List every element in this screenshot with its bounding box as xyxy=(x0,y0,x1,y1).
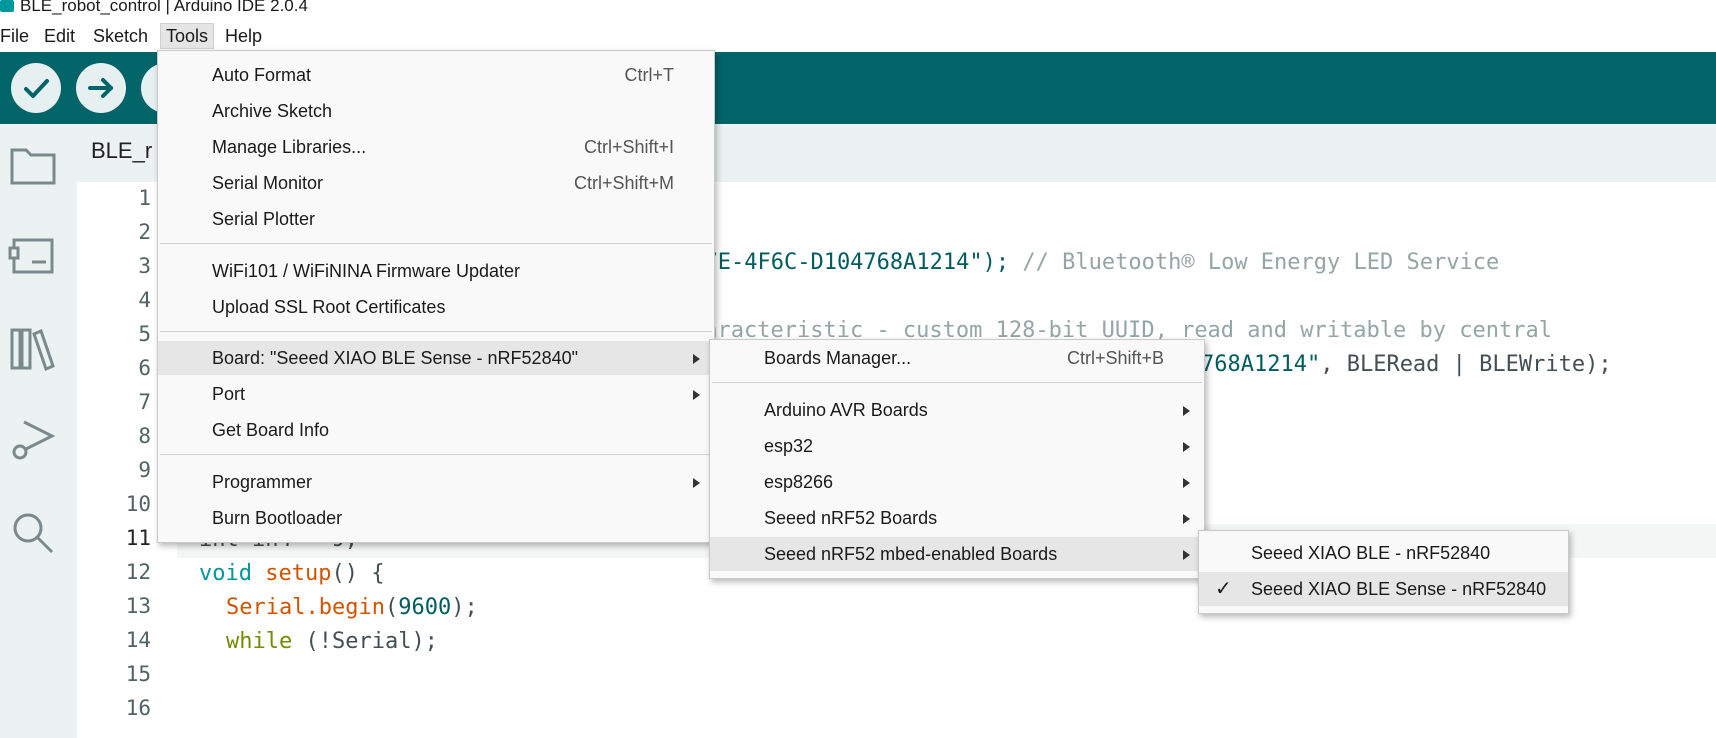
menu-item-esp8266[interactable]: esp8266 xyxy=(710,465,1204,499)
chevron-right-icon xyxy=(693,390,700,400)
line-number: 14 xyxy=(125,628,151,652)
line-number: 12 xyxy=(125,560,151,584)
line-number: 2 xyxy=(138,220,151,244)
line-number: 15 xyxy=(125,662,151,686)
menu-file[interactable]: File xyxy=(0,24,34,48)
debug-icon[interactable] xyxy=(8,416,60,468)
menu-separator xyxy=(712,382,1202,383)
arduino-app-icon xyxy=(0,0,14,12)
title-bar: BLE_robot_control | Arduino IDE 2.0.4 xyxy=(0,0,1716,16)
chevron-right-icon xyxy=(1183,550,1190,560)
code-line-14[interactable]: Serial.begin(9600); xyxy=(226,595,478,620)
checkmark-icon: ✓ xyxy=(1215,578,1232,600)
menu-item-programmer[interactable]: Programmer xyxy=(158,465,714,499)
left-sidebar xyxy=(0,124,77,738)
mbed-boards-submenu: Seeed XIAO BLE - nRF52840 ✓ Seeed XIAO BL… xyxy=(1198,530,1569,614)
code-line-15[interactable]: while (!Serial); xyxy=(226,629,438,654)
menu-item-xiao-ble-sense[interactable]: ✓ Seeed XIAO BLE Sense - nRF52840 xyxy=(1199,572,1568,606)
search-icon[interactable] xyxy=(8,508,60,560)
line-number: 3 xyxy=(138,254,151,278)
line-number: 7 xyxy=(138,390,151,414)
line-number: 8 xyxy=(138,424,151,448)
code-line-3[interactable]: 537E-4F6C-D104768A1214"); // Bluetooth® … xyxy=(678,250,1499,275)
chevron-right-icon xyxy=(1183,442,1190,452)
menu-item-burn-bootloader[interactable]: Burn Bootloader xyxy=(158,501,714,535)
window-title: BLE_robot_control | Arduino IDE 2.0.4 xyxy=(20,0,308,15)
menu-help[interactable]: Help xyxy=(220,24,267,48)
menu-item-avr-boards[interactable]: Arduino AVR Boards xyxy=(710,393,1204,427)
upload-button[interactable] xyxy=(76,63,126,113)
line-number: 6 xyxy=(138,356,151,380)
menu-tools[interactable]: Tools xyxy=(160,23,215,49)
line-number: 10 xyxy=(125,492,151,516)
board-submenu: Boards Manager... Ctrl+Shift+B Arduino AV… xyxy=(709,339,1205,579)
verify-button[interactable] xyxy=(11,63,61,113)
chevron-right-icon xyxy=(1183,514,1190,524)
menu-item-seeed-nrf52[interactable]: Seeed nRF52 Boards xyxy=(710,501,1204,535)
menu-item-upload-ssl[interactable]: Upload SSL Root Certificates xyxy=(158,290,714,324)
menu-sketch[interactable]: Sketch xyxy=(88,24,153,48)
code-line-13[interactable]: void setup() { xyxy=(199,561,384,586)
menu-item-auto-format[interactable]: Auto Format Ctrl+T xyxy=(158,58,714,92)
line-number: 16 xyxy=(125,696,151,720)
menu-item-xiao-ble[interactable]: Seeed XIAO BLE - nRF52840 xyxy=(1199,536,1568,570)
line-number: 4 xyxy=(138,288,151,312)
check-icon xyxy=(24,79,49,98)
menu-separator xyxy=(160,331,712,332)
code-line-6[interactable]: 768A1214", BLERead | BLEWrite); xyxy=(1201,352,1612,377)
chevron-right-icon xyxy=(693,478,700,488)
menu-item-seeed-nrf52-mbed[interactable]: Seeed nRF52 mbed-enabled Boards xyxy=(710,537,1204,571)
menu-item-port[interactable]: Port xyxy=(158,377,714,411)
menu-item-board-info[interactable]: Get Board Info xyxy=(158,413,714,447)
menu-edit[interactable]: Edit xyxy=(39,24,80,48)
sketch-tab[interactable]: BLE_r xyxy=(91,138,152,164)
line-number: 1 xyxy=(138,186,151,210)
arrow-right-icon xyxy=(88,78,113,98)
chevron-right-icon xyxy=(1183,406,1190,416)
folder-icon[interactable] xyxy=(8,140,60,192)
line-number: 11 xyxy=(125,526,151,550)
line-number: 9 xyxy=(138,458,151,482)
chevron-right-icon xyxy=(1183,478,1190,488)
menu-item-board[interactable]: Board: "Seeed XIAO BLE Sense - nRF52840" xyxy=(158,341,714,375)
line-number: 13 xyxy=(125,594,151,618)
menu-item-firmware-updater[interactable]: WiFi101 / WiFiNINA Firmware Updater xyxy=(158,254,714,288)
menu-separator xyxy=(160,454,712,455)
line-number: 5 xyxy=(138,322,151,346)
chevron-right-icon xyxy=(693,354,700,364)
menu-separator xyxy=(160,243,712,244)
menu-item-boards-manager[interactable]: Boards Manager... Ctrl+Shift+B xyxy=(710,341,1204,375)
menu-item-esp32[interactable]: esp32 xyxy=(710,429,1204,463)
library-icon[interactable] xyxy=(8,324,60,376)
tools-menu: Auto Format Ctrl+T Archive Sketch Manage … xyxy=(157,50,715,543)
menu-item-manage-libraries[interactable]: Manage Libraries... Ctrl+Shift+I xyxy=(158,130,714,164)
menu-bar: File Edit Sketch Tools Help xyxy=(0,20,1716,50)
menu-item-serial-monitor[interactable]: Serial Monitor Ctrl+Shift+M xyxy=(158,166,714,200)
board-icon[interactable] xyxy=(8,232,60,284)
menu-item-serial-plotter[interactable]: Serial Plotter xyxy=(158,202,714,236)
menu-item-archive-sketch[interactable]: Archive Sketch xyxy=(158,94,714,128)
